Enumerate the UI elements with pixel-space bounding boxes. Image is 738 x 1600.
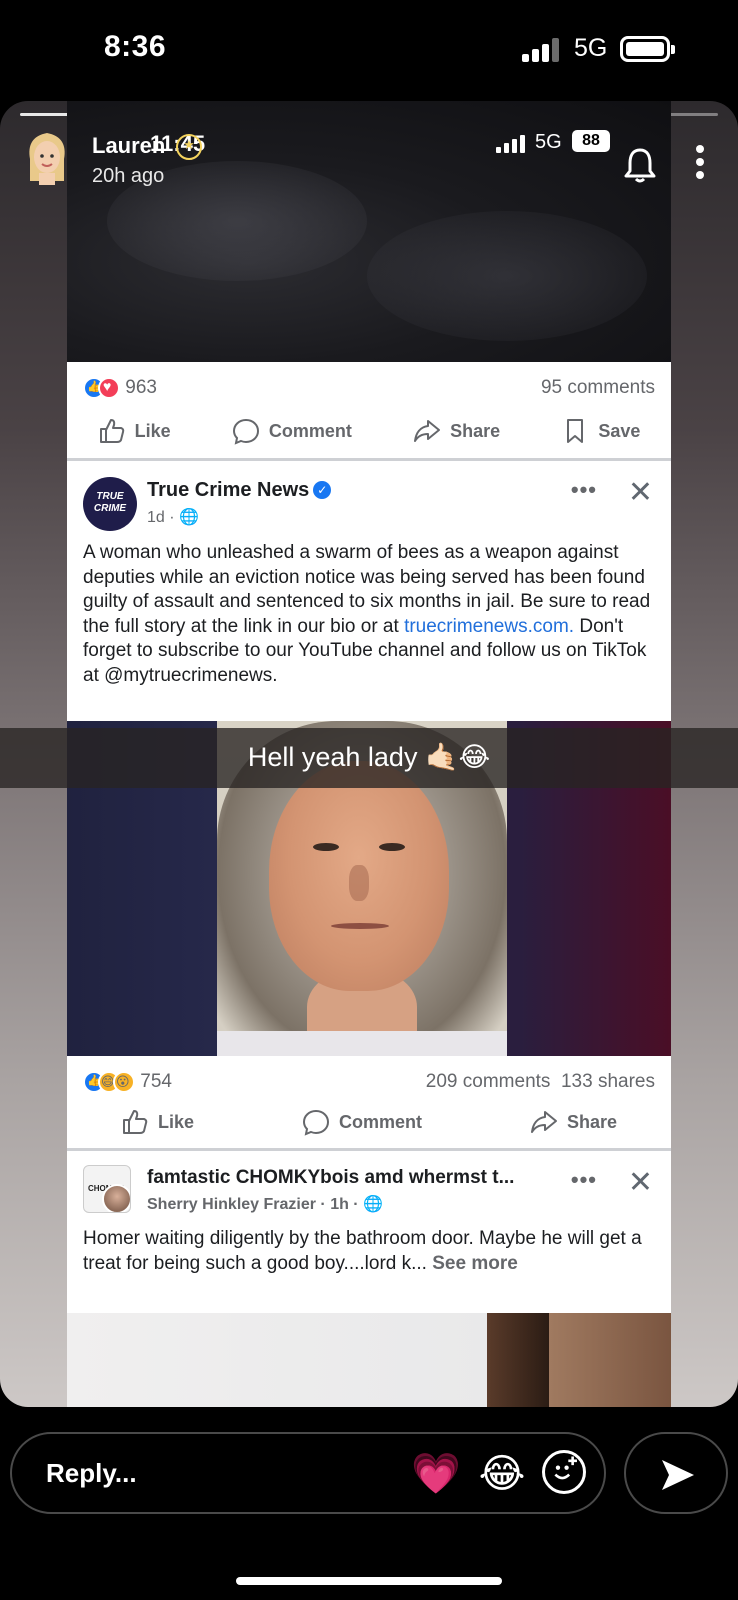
star-badge-icon <box>176 134 202 160</box>
post1-actions: Like Comment Share Save <box>67 417 671 445</box>
post2-stats: 754 209 comments 133 shares <box>83 1071 655 1093</box>
face-shape <box>269 761 449 991</box>
page-name-text: True Crime News <box>147 479 310 501</box>
nose-shape <box>349 865 369 901</box>
notification-bell-icon[interactable] <box>620 145 660 185</box>
comment-bubble-icon <box>232 418 259 445</box>
group-name[interactable]: famtastic CHOMKYbois amd whermst t... <box>147 1167 514 1189</box>
comment-button[interactable]: Comment <box>232 417 352 445</box>
post1-footer: 963 95 comments Like Comment Share Save <box>67 362 671 459</box>
add-sticker-icon[interactable] <box>542 1450 586 1494</box>
story-caption: Hell yeah lady 🤙🏻😂 <box>247 742 491 772</box>
post-link[interactable]: truecrimenews.com. <box>404 616 574 637</box>
see-more-link[interactable]: See more <box>432 1253 518 1274</box>
network-label: 5G <box>574 34 608 62</box>
bookmark-icon <box>567 419 584 443</box>
inner-battery-icon: 88 <box>572 130 610 152</box>
share-count[interactable]: 133 shares <box>561 1071 655 1092</box>
post-more-icon[interactable]: ••• <box>571 477 597 503</box>
reaction-count[interactable]: 754 <box>140 1071 172 1092</box>
send-button[interactable] <box>624 1432 728 1514</box>
like-button[interactable]: Like <box>98 417 171 445</box>
comment-count[interactable]: 95 comments <box>541 377 655 399</box>
like-label: Like <box>134 420 171 441</box>
shirt-shape <box>217 1031 507 1056</box>
wow-reaction-icon <box>113 1071 135 1093</box>
heart-bitmoji-reaction[interactable]: 💗 <box>410 1448 462 1500</box>
close-icon[interactable]: ✕ <box>628 475 653 510</box>
post3-card: CHOMKY famtastic CHOMKYbois amd whermst … <box>67 1151 671 1313</box>
bitmoji-avatar[interactable] <box>24 129 70 187</box>
author-avatar[interactable] <box>102 1184 130 1212</box>
post-time: 1d · <box>147 509 180 526</box>
cellular-signal-icon <box>522 38 562 62</box>
verified-badge-icon: ✓ <box>313 481 332 499</box>
save-label: Save <box>598 420 641 441</box>
more-options-icon[interactable] <box>692 145 708 181</box>
comment-label: Comment <box>338 1111 422 1132</box>
globe-icon: 🌐 <box>179 509 199 526</box>
thumbs-up-icon <box>122 1110 148 1134</box>
page-name[interactable]: True Crime News ✓ <box>147 479 332 502</box>
share-arrow-icon <box>414 420 441 442</box>
comment-button[interactable]: Comment <box>302 1108 422 1136</box>
comment-share-counts: 209 comments 133 shares <box>426 1071 655 1093</box>
eye-left <box>313 843 339 851</box>
logo-line-2: CRIME <box>93 503 127 514</box>
true-crime-news-logo[interactable]: TRUE CRIME <box>83 477 137 531</box>
send-arrow-icon <box>662 1460 694 1490</box>
reaction-count[interactable]: 963 <box>125 377 157 398</box>
inner-network-label: 5G <box>535 131 562 153</box>
inner-signal-icon <box>496 135 526 153</box>
eye-right <box>379 843 405 851</box>
share-button[interactable]: Share <box>413 417 500 445</box>
share-arrow-icon <box>530 1111 557 1133</box>
share-label: Share <box>450 420 501 441</box>
home-indicator[interactable] <box>236 1577 502 1585</box>
post3-body-text: Homer waiting diligently by the bathroom… <box>83 1227 657 1276</box>
like-label: Like <box>157 1111 195 1132</box>
post-body-text: A woman who unleashed a swarm of bees as… <box>83 541 657 688</box>
status-bar: 8:36 5G <box>0 0 738 100</box>
love-reaction-icon <box>98 377 120 399</box>
like-button[interactable]: Like <box>121 1108 194 1136</box>
door-panel <box>549 1313 671 1407</box>
post2-actions: Like Comment Share <box>67 1108 671 1136</box>
close-icon[interactable]: ✕ <box>628 1165 653 1200</box>
mouth-shape <box>331 923 389 929</box>
post1-stats: 963 95 comments <box>83 377 655 399</box>
comment-count[interactable]: 209 comments <box>426 1071 551 1092</box>
share-button[interactable]: Share <box>530 1108 617 1136</box>
status-time: 8:36 <box>104 30 167 63</box>
laugh-bitmoji-reaction[interactable]: 😂 <box>476 1448 528 1500</box>
post-more-icon[interactable]: ••• <box>571 1167 597 1193</box>
post-author-meta: Sherry Hinkley Frazier · 1h · 🌐 <box>147 1194 383 1214</box>
group-logo[interactable]: CHOMKY <box>83 1165 131 1213</box>
battery-icon <box>620 36 675 62</box>
post3-image[interactable] <box>67 1313 671 1407</box>
door-frame <box>487 1313 549 1407</box>
comment-label: Comment <box>268 420 352 441</box>
save-button[interactable]: Save <box>561 417 640 445</box>
story-user-name[interactable]: Lauren <box>92 133 165 159</box>
globe-icon: 🌐 <box>363 1196 383 1213</box>
post3-text: Homer waiting diligently by the bathroom… <box>83 1228 642 1274</box>
reply-input[interactable]: Reply... 💗 😂 <box>10 1432 606 1514</box>
logo-line-1: TRUE <box>96 491 124 502</box>
comment-bubble-icon <box>302 1109 329 1136</box>
reply-placeholder: Reply... <box>46 1458 137 1488</box>
post2-footer: 754 209 comments 133 shares Like Comment… <box>67 1056 671 1149</box>
post-meta: 1d · 🌐 <box>147 507 199 527</box>
post2-card: TRUE CRIME True Crime News ✓ 1d · 🌐 ••• ✕… <box>67 461 671 721</box>
post-author[interactable]: Sherry Hinkley Frazier · 1h · <box>147 1196 363 1213</box>
thumbs-up-icon <box>99 419 124 443</box>
story-timestamp: 20h ago <box>92 165 165 187</box>
share-label: Share <box>566 1111 617 1132</box>
story-viewer[interactable]: 11:45 5G 88 Lauren 20h ago 963 95 commen… <box>0 101 738 1407</box>
